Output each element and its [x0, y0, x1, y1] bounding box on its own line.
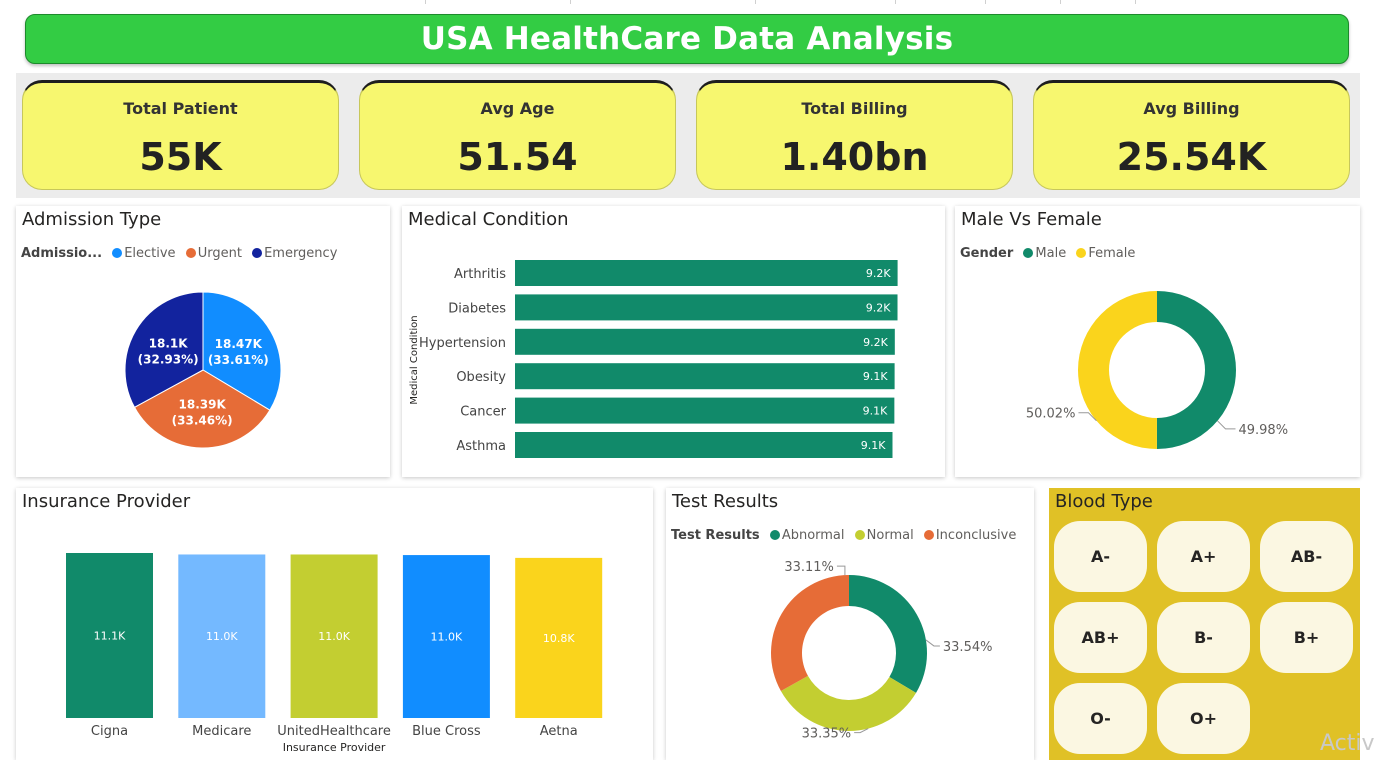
column-value-label: 10.8K: [543, 632, 575, 645]
top-window-strip: [0, 0, 1377, 5]
bar-obesity: [515, 363, 895, 390]
donut-percent-label: 50.02%: [1026, 407, 1076, 422]
category-label: Cigna: [91, 724, 128, 739]
x-axis-label: Insurance Provider: [283, 741, 386, 754]
blood-type-ab-pos-button[interactable]: AB+: [1054, 602, 1147, 673]
bar-asthma: [515, 432, 893, 458]
kpi-label: Total Billing: [801, 99, 908, 118]
donut-slice-female: [1077, 291, 1157, 449]
bar-hypertension: [515, 328, 895, 355]
kpi-card-total-billing[interactable]: Total Billing 1.40bn: [696, 80, 1013, 190]
donut-percent-label: 33.11%: [784, 560, 834, 575]
blood-type-o-pos-button[interactable]: O+: [1157, 683, 1250, 754]
category-label: Blue Cross: [412, 724, 481, 739]
gender-panel[interactable]: Male Vs Female Gender Male Female 50.02%…: [955, 206, 1360, 477]
test-results-panel[interactable]: Test Results Test Results Abnormal Norma…: [666, 488, 1034, 760]
blood-type-a-neg-button[interactable]: A-: [1054, 521, 1147, 592]
category-label: Cancer: [460, 405, 506, 420]
bar-value-label: 9.1K: [863, 405, 888, 418]
bar-value-label: 9.2K: [866, 301, 891, 314]
category-label: Hypertension: [419, 336, 506, 351]
blood-type-b-neg-button[interactable]: B-: [1157, 602, 1250, 673]
dashboard-title: USA HealthCare Data Analysis: [420, 21, 954, 57]
slice-percent-label: (32.93%): [138, 352, 199, 366]
insurance-provider-panel[interactable]: Insurance Provider 11.1K Cigna 11.0K Medica…: [16, 488, 653, 760]
insurance-column-chart[interactable]: 11.1K Cigna 11.0K Medicare 11.0K UnitedHealth…: [16, 488, 653, 760]
column-value-label: 11.1K: [94, 630, 126, 643]
admission-type-panel[interactable]: Admission Type Admissio... Elective Urge…: [16, 206, 390, 477]
bar-value-label: 9.1K: [863, 370, 888, 383]
bar-value-label: 9.2K: [866, 267, 891, 280]
kpi-value: 1.40bn: [780, 135, 929, 179]
kpi-card-avg-billing[interactable]: Avg Billing 25.54K: [1033, 80, 1350, 190]
gender-donut-chart[interactable]: 50.02% 49.98%: [955, 206, 1360, 477]
blood-type-title: Blood Type: [1055, 491, 1153, 512]
category-label: Medicare: [192, 724, 251, 739]
kpi-label: Avg Age: [480, 99, 555, 118]
donut-slice-inconclusive: [771, 575, 849, 692]
slice-value-label: 18.39K: [179, 398, 227, 412]
bar-arthritis: [515, 260, 898, 286]
donut-percent-label: 49.98%: [1238, 423, 1288, 438]
column-value-label: 11.0K: [431, 631, 463, 644]
category-label: Arthritis: [454, 267, 506, 282]
column-value-label: 11.0K: [206, 630, 238, 643]
dashboard-header: USA HealthCare Data Analysis: [25, 14, 1349, 64]
donut-percent-label: 33.35%: [802, 727, 852, 742]
kpi-value: 25.54K: [1116, 135, 1267, 179]
column-value-label: 11.0K: [318, 630, 350, 643]
activation-watermark: Activ: [1320, 731, 1375, 756]
test-results-donut-chart[interactable]: 33.54% 33.35% 33.11%: [666, 488, 1034, 760]
leader-line: [1217, 420, 1236, 430]
medical-bar-chart[interactable]: Medical Condition Arthritis 9.2K Diabetes 9.…: [402, 206, 945, 477]
donut-percent-label: 33.54%: [943, 640, 993, 655]
leader-line: [836, 565, 846, 576]
kpi-label: Total Patient: [123, 99, 238, 118]
category-label: UnitedHealthcare: [277, 724, 391, 739]
leader-line: [925, 639, 940, 647]
kpi-label: Avg Billing: [1143, 99, 1240, 118]
bar-value-label: 9.1K: [861, 439, 886, 452]
category-label: Asthma: [456, 439, 506, 454]
kpi-value: 55K: [139, 135, 222, 179]
y-axis-label: Medical Condition: [409, 315, 420, 404]
slice-percent-label: (33.46%): [172, 414, 233, 428]
category-label: Aetna: [540, 724, 578, 739]
slice-value-label: 18.47K: [215, 337, 263, 351]
bar-diabetes: [515, 294, 898, 321]
blood-type-b-pos-button[interactable]: B+: [1260, 602, 1353, 673]
donut-slice-normal: [780, 675, 917, 731]
category-label: Diabetes: [448, 301, 506, 316]
bar-cancer: [515, 397, 895, 424]
slice-percent-label: (33.61%): [208, 353, 269, 367]
kpi-card-avg-age[interactable]: Avg Age 51.54: [359, 80, 676, 190]
kpi-card-total-patient[interactable]: Total Patient 55K: [22, 80, 339, 190]
slice-value-label: 18.1K: [149, 336, 189, 350]
blood-type-a-pos-button[interactable]: A+: [1157, 521, 1250, 592]
category-label: Obesity: [456, 370, 506, 385]
donut-slice-male: [1156, 291, 1236, 449]
blood-type-o-neg-button[interactable]: O-: [1054, 683, 1147, 754]
blood-type-panel[interactable]: Blood Type A- A+ AB- AB+ B- B+ O- O+: [1049, 488, 1360, 760]
admission-pie-chart[interactable]: 18.47K (33.61%) 18.39K (33.46%) 18.1K (32.93%…: [16, 206, 390, 477]
donut-slice-abnormal: [849, 575, 927, 693]
blood-type-ab-neg-button[interactable]: AB-: [1260, 521, 1353, 592]
kpi-value: 51.54: [457, 135, 578, 179]
bar-value-label: 9.2K: [863, 336, 888, 349]
medical-condition-panel[interactable]: Medical Condition Medical Condition Arthr…: [402, 206, 945, 477]
